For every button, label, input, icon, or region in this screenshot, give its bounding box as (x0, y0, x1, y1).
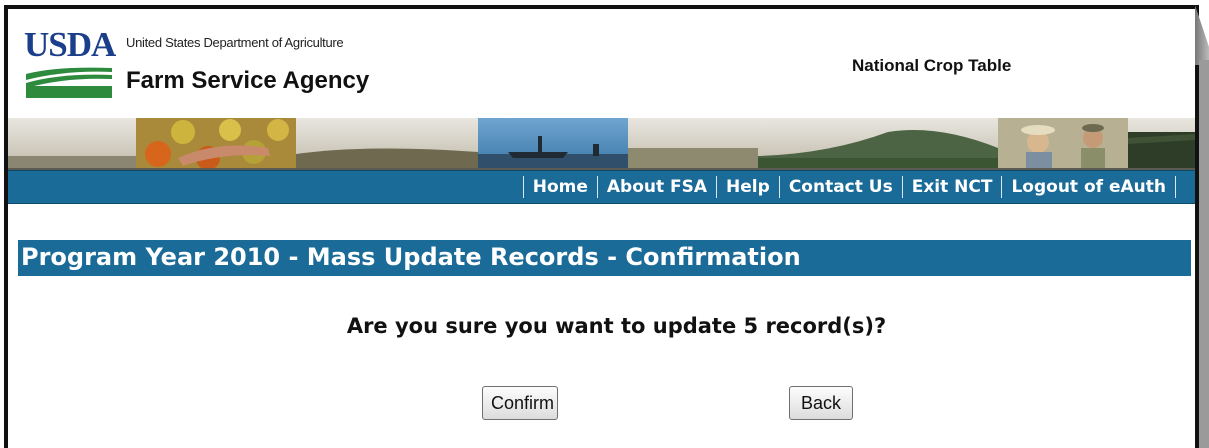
department-name: United States Department of Agriculture (126, 35, 344, 50)
agency-name: Farm Service Agency (126, 67, 370, 94)
usda-logo-text: USDA (24, 25, 116, 64)
page-title: Program Year 2010 - Mass Update Records … (21, 243, 801, 271)
photo-banner (8, 118, 1195, 170)
confirmation-question-text: Are you sure you want to update 5 record… (346, 314, 887, 338)
nav-contact-us-link[interactable]: Contact Us (789, 177, 893, 197)
site-header: USDA United States Department of Agricul… (8, 9, 1195, 119)
nav-separator (1175, 176, 1176, 198)
confirm-button[interactable]: Confirm (482, 386, 558, 420)
window-edge-shadow (1199, 60, 1209, 448)
usda-logo-icon (26, 67, 112, 98)
main-nav-bar: Home About FSA Help Contact Us Exit NCT … (8, 170, 1195, 204)
nav-help-link[interactable]: Help (726, 177, 770, 197)
browser-window: USDA United States Department of Agricul… (4, 5, 1199, 448)
nav-logout-eauth-link[interactable]: Logout of eAuth (1011, 177, 1166, 197)
back-button[interactable]: Back (789, 386, 853, 420)
nav-separator (778, 176, 780, 198)
app-title: National Crop Table (852, 56, 1012, 75)
nav-menu: Home About FSA Help Contact Us Exit NCT … (514, 171, 1185, 203)
nav-exit-nct-link[interactable]: Exit NCT (912, 177, 993, 197)
nav-about-fsa-link[interactable]: About FSA (607, 177, 707, 197)
nav-separator (901, 176, 903, 198)
nav-separator (522, 176, 524, 198)
page-title-bar: Program Year 2010 - Mass Update Records … (18, 240, 1191, 276)
confirmation-question: Are you sure you want to update 5 record… (8, 314, 1195, 338)
nav-home-link[interactable]: Home (533, 177, 588, 197)
nav-separator (596, 176, 598, 198)
window-corner-shadow (1195, 5, 1209, 65)
nav-separator (1001, 176, 1003, 198)
nav-separator (716, 176, 718, 198)
